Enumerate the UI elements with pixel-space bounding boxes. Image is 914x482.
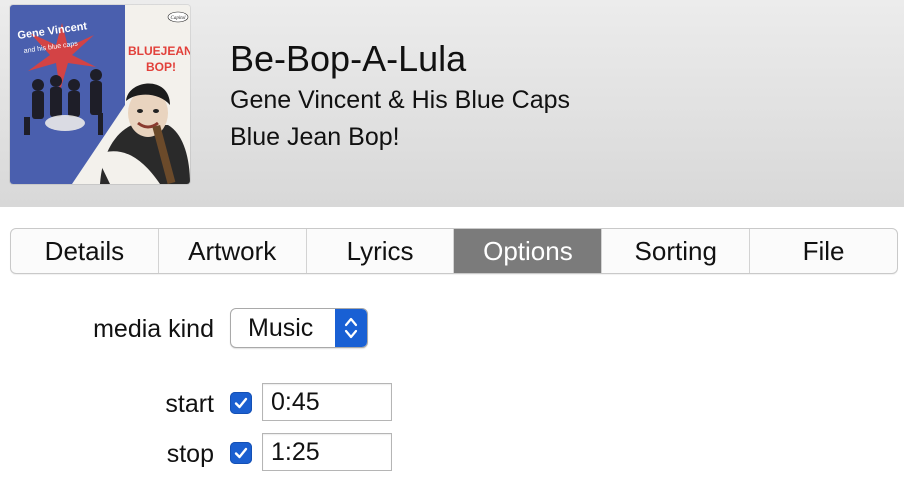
album-artwork-image: Capitol Gene Vincent and his blue caps B… xyxy=(10,5,190,184)
stop-checkbox[interactable] xyxy=(230,442,252,464)
track-artist: Gene Vincent & His Blue Caps xyxy=(230,86,571,114)
tab-options[interactable]: Options xyxy=(454,229,603,273)
start-time-field[interactable]: 0:45 xyxy=(262,383,392,421)
tab-details[interactable]: Details xyxy=(11,229,159,273)
track-album: Blue Jean Bop! xyxy=(230,123,400,151)
checkmark-icon xyxy=(234,397,248,409)
tab-sorting[interactable]: Sorting xyxy=(602,229,751,273)
start-label: start xyxy=(165,390,214,418)
track-title: Be-Bop-A-Lula xyxy=(230,38,467,79)
tab-bar: Details Artwork Lyrics Options Sorting F… xyxy=(10,228,898,274)
tab-lyrics[interactable]: Lyrics xyxy=(307,229,455,273)
select-stepper-icon[interactable] xyxy=(335,309,367,347)
media-kind-value: Music xyxy=(248,314,314,342)
album-title-text-2: BOP! xyxy=(146,60,176,74)
media-kind-label: media kind xyxy=(93,315,214,343)
album-artwork[interactable]: Capitol Gene Vincent and his blue caps B… xyxy=(10,5,190,184)
album-title-text-1: BLUEJEAN xyxy=(128,44,190,58)
checkmark-icon xyxy=(234,447,248,459)
tab-file[interactable]: File xyxy=(750,229,897,273)
tab-artwork[interactable]: Artwork xyxy=(159,229,307,273)
stop-time-field[interactable]: 1:25 xyxy=(262,433,392,471)
stop-label: stop xyxy=(166,440,214,468)
media-kind-select[interactable]: Music xyxy=(230,308,368,348)
album-label-logo: Capitol xyxy=(170,16,186,21)
start-checkbox[interactable] xyxy=(230,392,252,414)
track-header: Capitol Gene Vincent and his blue caps B… xyxy=(0,0,904,207)
